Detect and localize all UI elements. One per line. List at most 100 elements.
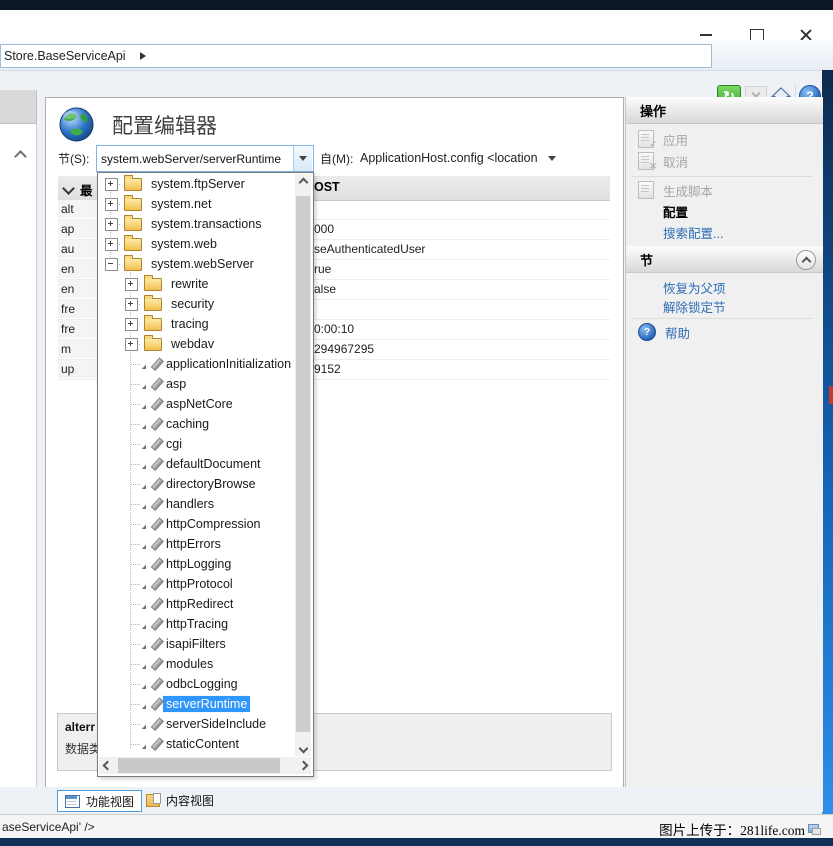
tree-item-label: directoryBrowse: [163, 476, 259, 492]
watermark-text: 图片上传于：281life.com: [659, 819, 805, 839]
tree-item-httpCompression[interactable]: httpCompression: [99, 514, 295, 534]
tree-item-label: system.ftpServer: [148, 176, 248, 192]
tree-item-label: caching: [163, 416, 212, 432]
tree-item-odbcLogging[interactable]: odbcLogging: [99, 674, 295, 694]
expand-icon[interactable]: [105, 198, 118, 211]
collapse-group-icon[interactable]: [62, 182, 75, 195]
tree-item-system.webServer[interactable]: system.webServer: [99, 254, 295, 274]
actions-panel: 操作 ✓ 应用 ✕ 取消 生成脚本 配置 搜索配置... 节 恢复为父项 解除锁…: [625, 97, 823, 812]
tree-item-cgi[interactable]: cgi: [99, 434, 295, 454]
from-label: 自(M):: [320, 150, 353, 167]
folder-icon: [124, 258, 142, 271]
tree-item-httpRedirect[interactable]: httpRedirect: [99, 594, 295, 614]
section-pencil-icon: [143, 396, 157, 412]
tree-item-defaultDocument[interactable]: defaultDocument: [99, 454, 295, 474]
tree-item-serverSideInclude[interactable]: serverSideInclude: [99, 714, 295, 734]
section-pencil-icon: [143, 516, 157, 532]
tree-item-httpTracing[interactable]: httpTracing: [99, 614, 295, 634]
tree-item-aspNetCore[interactable]: aspNetCore: [99, 394, 295, 414]
tree-item-rewrite[interactable]: rewrite: [99, 274, 295, 294]
from-combobox[interactable]: ApplicationHost.config <location: [360, 147, 556, 169]
scroll-up-icon[interactable]: [14, 150, 27, 163]
search-config-link[interactable]: 搜索配置...: [663, 223, 723, 241]
scroll-left-button[interactable]: [99, 757, 115, 774]
folder-icon: [124, 198, 142, 211]
expand-icon[interactable]: [105, 238, 118, 251]
tree-item-directoryBrowse[interactable]: directoryBrowse: [99, 474, 295, 494]
tree-item-system.web[interactable]: system.web: [99, 234, 295, 254]
expand-icon[interactable]: [125, 298, 138, 311]
tree-item-applicationInitialization[interactable]: applicationInitialization: [99, 354, 295, 374]
apply-icon: ✓: [638, 130, 654, 148]
expand-icon[interactable]: [125, 278, 138, 291]
desktop-artifact: [829, 386, 833, 404]
scroll-right-button[interactable]: [295, 757, 311, 774]
tree-item-staticContent[interactable]: staticContent: [99, 734, 295, 754]
screen: Store.BaseServiceApi ↻ ?: [0, 0, 833, 846]
watermark: 图片上传于：281life.com: [659, 819, 821, 839]
tree-item-caching[interactable]: caching: [99, 414, 295, 434]
tree-item-asp[interactable]: asp: [99, 374, 295, 394]
tree-item-webdav[interactable]: webdav: [99, 334, 295, 354]
property-value: 000: [314, 220, 334, 238]
actions-header-label: 操作: [626, 101, 666, 120]
address-bar[interactable]: Store.BaseServiceApi: [0, 44, 712, 68]
expand-icon[interactable]: [125, 338, 138, 351]
tree-item-system.net[interactable]: system.net: [99, 194, 295, 214]
tree-item-label: modules: [163, 656, 216, 672]
chevron-down-icon: [299, 156, 307, 161]
tree-item-handlers[interactable]: handlers: [99, 494, 295, 514]
tab-content-view[interactable]: 内容视图: [139, 790, 221, 810]
tree-item-label: security: [168, 296, 217, 312]
tree-item-httpLogging[interactable]: httpLogging: [99, 554, 295, 574]
dropdown-horizontal-scrollbar[interactable]: [99, 757, 311, 774]
apply-button: ✓ 应用: [638, 130, 688, 148]
tree-item-label: httpProtocol: [163, 576, 236, 592]
expand-icon[interactable]: [105, 218, 118, 231]
content-tab-label: 内容视图: [166, 792, 214, 809]
section-pencil-icon: [143, 556, 157, 572]
section-combobox-dropdown-button[interactable]: [293, 146, 312, 171]
tree-item-httpProtocol[interactable]: httpProtocol: [99, 574, 295, 594]
expand-icon[interactable]: [105, 178, 118, 191]
collapse-icon[interactable]: [105, 258, 118, 271]
status-bar: aseServiceApi' /> 图片上传于：281life.com: [0, 814, 833, 839]
unlock-section-link[interactable]: 解除锁定节: [663, 297, 726, 315]
window-bottom-edge: [0, 838, 833, 846]
tree-item-httpErrors[interactable]: httpErrors: [99, 534, 295, 554]
scrollbar-thumb[interactable]: [118, 758, 280, 773]
generate-script-label: 生成脚本: [663, 181, 713, 200]
property-value: 0:00:10: [314, 320, 354, 338]
tree-item-label: rewrite: [168, 276, 212, 292]
revert-to-parent-link[interactable]: 恢复为父项: [663, 278, 726, 296]
tree-item-modules[interactable]: modules: [99, 654, 295, 674]
expand-icon[interactable]: [125, 318, 138, 331]
separator: [631, 176, 813, 177]
config-group-header: 配置: [663, 202, 688, 220]
dropdown-vertical-scrollbar[interactable]: [295, 174, 311, 756]
tree-item-serverRuntime[interactable]: serverRuntime: [99, 694, 295, 714]
breadcrumb[interactable]: Store.BaseServiceApi: [1, 49, 126, 63]
property-value: alse: [314, 280, 336, 298]
scroll-up-button[interactable]: [295, 174, 311, 190]
tree-item-system.transactions[interactable]: system.transactions: [99, 214, 295, 234]
help-link[interactable]: ? 帮助: [638, 323, 690, 341]
tree-item-label: httpTracing: [163, 616, 231, 632]
property-value: 294967295: [314, 340, 374, 358]
tree-item-isapiFilters[interactable]: isapiFilters: [99, 634, 295, 654]
breadcrumb-arrow-icon[interactable]: [140, 52, 146, 60]
scroll-down-button[interactable]: [295, 740, 311, 756]
section-combobox[interactable]: system.webServer/serverRuntime: [96, 145, 314, 172]
collapse-section-button[interactable]: [796, 250, 816, 270]
scrollbar-thumb[interactable]: [296, 196, 310, 732]
section-pencil-icon: [143, 536, 157, 552]
section-pencil-icon: [143, 616, 157, 632]
tree-item-tracing[interactable]: tracing: [99, 314, 295, 334]
section-tree-dropdown: system.ftpServer system.netsystem.transac…: [97, 172, 314, 777]
section-group-header: 节: [626, 246, 823, 273]
tree-item-security[interactable]: security: [99, 294, 295, 314]
tree-item-label: tracing: [168, 316, 212, 332]
apply-label: 应用: [663, 130, 688, 149]
tree-item-system.ftpServer[interactable]: system.ftpServer: [99, 174, 295, 194]
tab-features-view[interactable]: 功能视图: [57, 790, 142, 812]
